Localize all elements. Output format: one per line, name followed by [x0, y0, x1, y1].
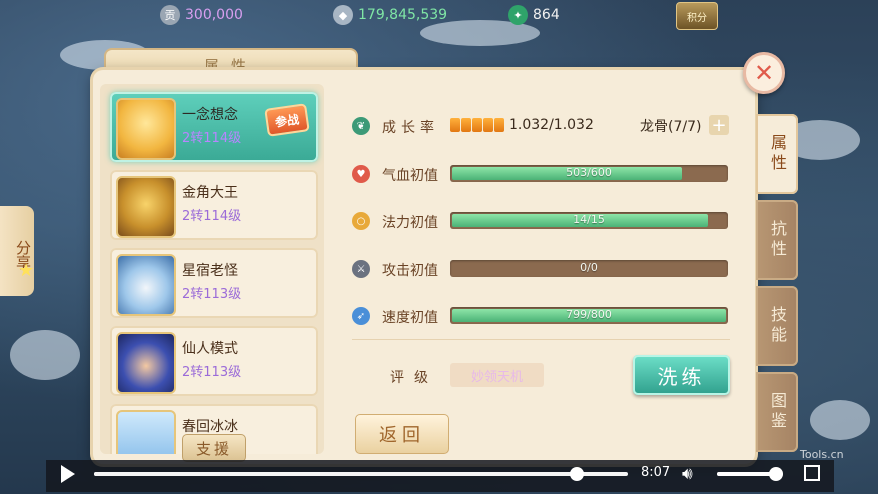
stat-value: 503/600: [566, 166, 612, 179]
pet-roster: 一念想念 2转114级 参战 金角大王 2转114级 星宿老怪 2转113级 仙…: [100, 84, 324, 454]
heart-icon: ♥: [352, 165, 370, 183]
wash-button[interactable]: 洗练: [633, 355, 730, 395]
dragon-bone-label: 龙骨(7/7): [640, 119, 702, 135]
stat-value: 799/800: [566, 308, 612, 321]
roster-card-3[interactable]: 星宿老怪 2转113级: [110, 248, 318, 318]
fullscreen-icon[interactable]: [804, 465, 820, 481]
silver-icon: ◆: [333, 5, 353, 25]
stat-label: 法力初值: [382, 215, 438, 231]
avatar: [116, 332, 176, 394]
feather-icon: ➶: [352, 307, 370, 325]
stat-row-mp: ○ 法力初值 14/15: [352, 210, 728, 232]
video-progress-bar[interactable]: [94, 467, 628, 481]
roster-name: 一念想念: [182, 107, 238, 123]
stat-bar: 14/15: [450, 212, 728, 229]
stat-label: 速度初值: [382, 310, 438, 326]
roster-name: 星宿老怪: [182, 263, 238, 279]
avatar: [116, 254, 176, 316]
video-time: 8:07: [641, 465, 671, 480]
stat-row-speed: ➶ 速度初值 799/800: [352, 305, 728, 327]
play-icon[interactable]: [61, 465, 75, 483]
growth-pips: [450, 118, 504, 132]
stat-label: 气血初值: [382, 168, 438, 184]
rating-value: 妙领天机: [450, 363, 544, 387]
growth-row: ❦ 成长率 1.032/1.032: [352, 115, 594, 137]
add-dragon-bone-button[interactable]: +: [709, 115, 729, 136]
stat-row-hp: ♥ 气血初值 503/600: [352, 163, 728, 185]
volume-slider[interactable]: [717, 467, 784, 481]
share-button[interactable]: 分享: [0, 206, 34, 296]
silver-display: ◆ 179,845,539: [333, 4, 447, 26]
mana-icon: ○: [352, 212, 370, 230]
sprout-icon: ❦: [352, 117, 370, 135]
roster-card-2[interactable]: 金角大王 2转114级: [110, 170, 318, 240]
silver-value: 179,845,539: [358, 7, 448, 23]
tab-attributes[interactable]: 属性: [756, 114, 798, 194]
roster-name: 金角大王: [182, 185, 238, 201]
currency-bar: 贡 300,000 ◆ 179,845,539 ✦ 864 积分: [0, 0, 878, 30]
tab-codex[interactable]: 图鉴: [756, 372, 798, 452]
battle-badge: 参战: [264, 103, 310, 137]
jade-icon: ✦: [508, 5, 528, 25]
avatar: [116, 410, 176, 454]
support-button[interactable]: 支援: [182, 434, 246, 462]
avatar: [116, 176, 176, 238]
close-button[interactable]: ✕: [743, 52, 785, 94]
points-button[interactable]: 积分: [676, 2, 718, 30]
stat-bar: 0/0: [450, 260, 728, 277]
roster-level: 2转113级: [182, 365, 242, 380]
coins-display: 贡 300,000: [160, 4, 243, 26]
roster-level: 2转113级: [182, 287, 242, 302]
divider: [352, 339, 730, 340]
star-icon: ★: [18, 260, 35, 281]
roster-card-4[interactable]: 仙人模式 2转113级: [110, 326, 318, 396]
video-control-bar: [46, 460, 834, 492]
roster-level: 2转114级: [182, 131, 242, 146]
stat-bar: 503/600: [450, 165, 728, 182]
rating-label: 评级: [390, 370, 438, 386]
stat-bar: 799/800: [450, 307, 728, 324]
growth-label: 成长率: [382, 120, 439, 136]
stat-value: 14/15: [573, 213, 605, 226]
watermark: Tools.cn: [800, 448, 844, 461]
tab-skills[interactable]: 技能: [756, 286, 798, 366]
coin-icon: 贡: [160, 5, 180, 25]
stat-label: 攻击初值: [382, 263, 438, 279]
volume-icon[interactable]: 🔊︎: [682, 464, 693, 484]
coins-value: 300,000: [185, 7, 243, 23]
back-button[interactable]: 返回: [355, 414, 449, 454]
stat-row-attack: ⚔ 攻击初值 0/0: [352, 258, 728, 280]
sword-icon: ⚔: [352, 260, 370, 278]
avatar: [116, 98, 176, 160]
jade-display: ✦ 864: [508, 4, 560, 26]
growth-value: 1.032/1.032: [509, 117, 594, 133]
roster-name: 仙人模式: [182, 341, 238, 357]
jade-value: 864: [533, 7, 560, 23]
roster-level: 2转114级: [182, 209, 242, 224]
stat-value: 0/0: [580, 261, 598, 274]
tab-resistance[interactable]: 抗性: [756, 200, 798, 280]
roster-name: 春回冰冰: [182, 419, 238, 435]
roster-card-1[interactable]: 一念想念 2转114级 参战: [110, 92, 318, 162]
